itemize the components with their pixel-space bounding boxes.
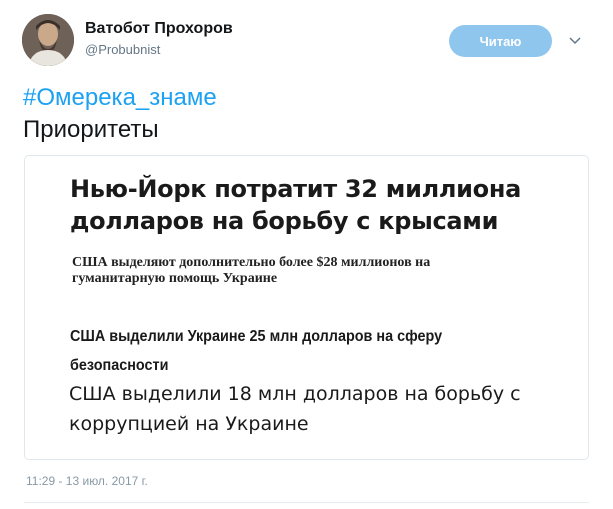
user-handle[interactable]: @Probubnist — [85, 42, 160, 57]
attached-image[interactable]: Нью-Йорк потратит 32 миллиона долларов н… — [24, 155, 589, 460]
following-button[interactable]: Читаю — [449, 25, 552, 57]
divider — [24, 502, 589, 503]
tweet-text: Приоритеты — [23, 116, 159, 143]
headline-rats: Нью-Йорк потратит 32 миллиона долларов н… — [70, 175, 522, 235]
tweet: Ватобот Прохоров @Probubnist Читаю #Омер… — [0, 0, 613, 509]
display-name[interactable]: Ватобот Прохоров — [85, 20, 233, 38]
headline-humanitarian: США выделяют дополнительно более $28 мил… — [72, 255, 431, 286]
headline-corruption: США выделили 18 млн долларов на борьбу с… — [69, 383, 521, 435]
chevron-down-icon[interactable] — [568, 34, 582, 48]
hashtag-link[interactable]: #Омерека_знаме — [23, 84, 217, 112]
user-avatar[interactable] — [22, 14, 74, 66]
avatar-portrait-icon — [22, 14, 74, 66]
tweet-timestamp[interactable]: 11:29 - 13 июл. 2017 г. — [26, 474, 148, 488]
headline-security: США выделили Украине 25 млн долларов на … — [70, 328, 443, 374]
